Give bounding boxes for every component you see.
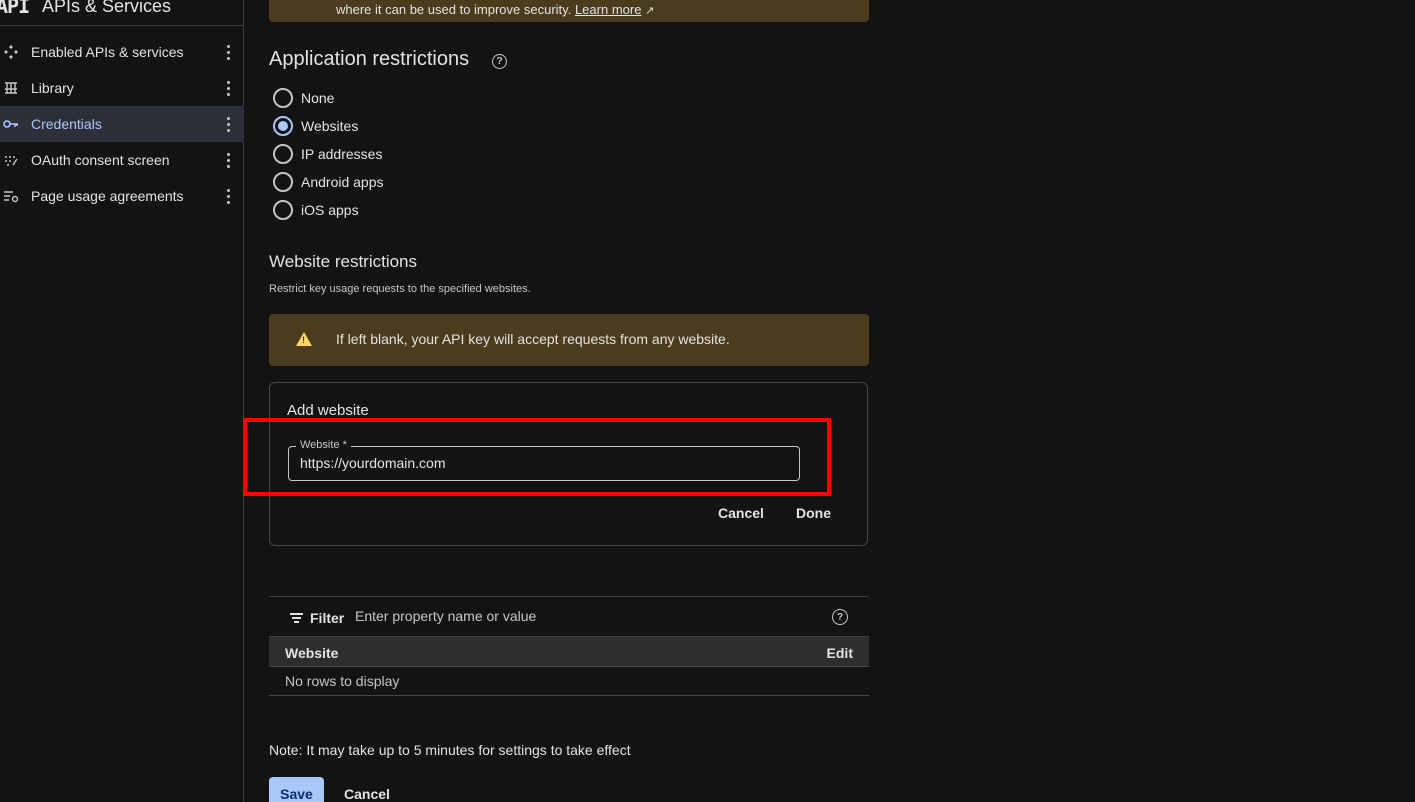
filter-bar: Filter ?: [269, 596, 869, 637]
api-logo: API: [0, 0, 30, 18]
done-button[interactable]: Done: [796, 505, 831, 521]
enabled-apis-icon: [2, 43, 20, 61]
more-vert-icon[interactable]: [222, 150, 234, 170]
sidebar-nav: Enabled APIs & services Library Credenti…: [0, 34, 244, 214]
radio-button[interactable]: [273, 116, 293, 136]
highlight-box: [243, 418, 831, 496]
radio-button[interactable]: [273, 200, 293, 220]
sidebar-item-page-usage-agreements[interactable]: Page usage agreements: [0, 178, 244, 214]
empty-message: No rows to display: [285, 673, 400, 689]
sidebar-item-credentials[interactable]: Credentials: [0, 106, 244, 142]
cancel-add-website-button[interactable]: Cancel: [718, 505, 764, 521]
more-vert-icon[interactable]: [222, 78, 234, 98]
section-title: Application restrictions: [269, 48, 470, 70]
warning-text: If left blank, your API key will accept …: [336, 331, 730, 347]
more-vert-icon[interactable]: [222, 114, 234, 134]
radio-option-android-apps[interactable]: Android apps: [273, 168, 384, 196]
sidebar-item-oauth-consent[interactable]: OAuth consent screen: [0, 142, 244, 178]
radio-label: None: [301, 90, 335, 106]
radio-label: iOS apps: [301, 202, 359, 218]
info-banner: where it can be used to improve security…: [269, 0, 869, 22]
sidebar-item-enabled-apis[interactable]: Enabled APIs & services: [0, 34, 244, 70]
filter-icon: [290, 613, 303, 623]
radio-option-ip-addresses[interactable]: IP addresses: [273, 140, 384, 168]
radio-label: IP addresses: [301, 146, 383, 162]
warning-icon: !: [296, 332, 312, 346]
sidebar-header: API APIs & Services: [0, 0, 244, 26]
radio-label: Websites: [301, 118, 359, 134]
radio-label: Android apps: [301, 174, 384, 190]
settings-note: Note: It may take up to 5 minutes for se…: [269, 742, 631, 758]
filter-input[interactable]: [355, 608, 755, 624]
radio-option-none[interactable]: None: [273, 84, 384, 112]
application-restrictions-radio-group: None Websites IP addresses Android apps …: [273, 84, 384, 224]
radio-button[interactable]: [273, 144, 293, 164]
sidebar-item-library[interactable]: Library: [0, 70, 244, 106]
learn-more-link[interactable]: Learn more: [575, 2, 641, 17]
more-vert-icon[interactable]: [222, 186, 234, 206]
sidebar-item-label: Credentials: [31, 116, 102, 132]
save-button[interactable]: Save: [269, 777, 324, 802]
radio-button[interactable]: [273, 172, 293, 192]
radio-option-websites[interactable]: Websites: [273, 112, 384, 140]
settings-list-icon: [2, 187, 20, 205]
sidebar-item-label: Enabled APIs & services: [31, 44, 184, 60]
radio-button[interactable]: [273, 88, 293, 108]
add-website-title: Add website: [287, 402, 369, 419]
library-icon: [2, 79, 20, 97]
more-vert-icon[interactable]: [222, 42, 234, 62]
sidebar: API APIs & Services Enabled APIs & servi…: [0, 0, 244, 802]
radio-option-ios-apps[interactable]: iOS apps: [273, 196, 384, 224]
info-banner-text: where it can be used to improve security…: [336, 2, 572, 17]
external-link-icon: ↗: [645, 5, 655, 17]
help-icon[interactable]: ?: [832, 609, 848, 625]
sidebar-item-label: OAuth consent screen: [31, 152, 170, 168]
sidebar-item-label: Library: [31, 80, 74, 96]
application-restrictions-heading: Application restrictions ?: [269, 48, 507, 71]
oauth-icon: [2, 151, 20, 169]
key-icon: [2, 115, 20, 133]
column-header-edit: Edit: [826, 645, 853, 661]
table-header: Website Edit: [269, 637, 869, 667]
sidebar-title: APIs & Services: [42, 0, 172, 16]
filter-label: Filter: [310, 610, 345, 626]
website-restrictions-heading: Website restrictions: [269, 252, 418, 271]
sidebar-item-label: Page usage agreements: [31, 188, 184, 204]
table-empty-row: No rows to display: [269, 667, 869, 696]
column-header-website[interactable]: Website: [285, 645, 338, 661]
website-restrictions-subtitle: Restrict key usage requests to the speci…: [269, 283, 531, 295]
help-icon[interactable]: ?: [492, 54, 507, 69]
warning-banner: ! If left blank, your API key will accep…: [269, 314, 869, 366]
cancel-button[interactable]: Cancel: [344, 786, 390, 802]
